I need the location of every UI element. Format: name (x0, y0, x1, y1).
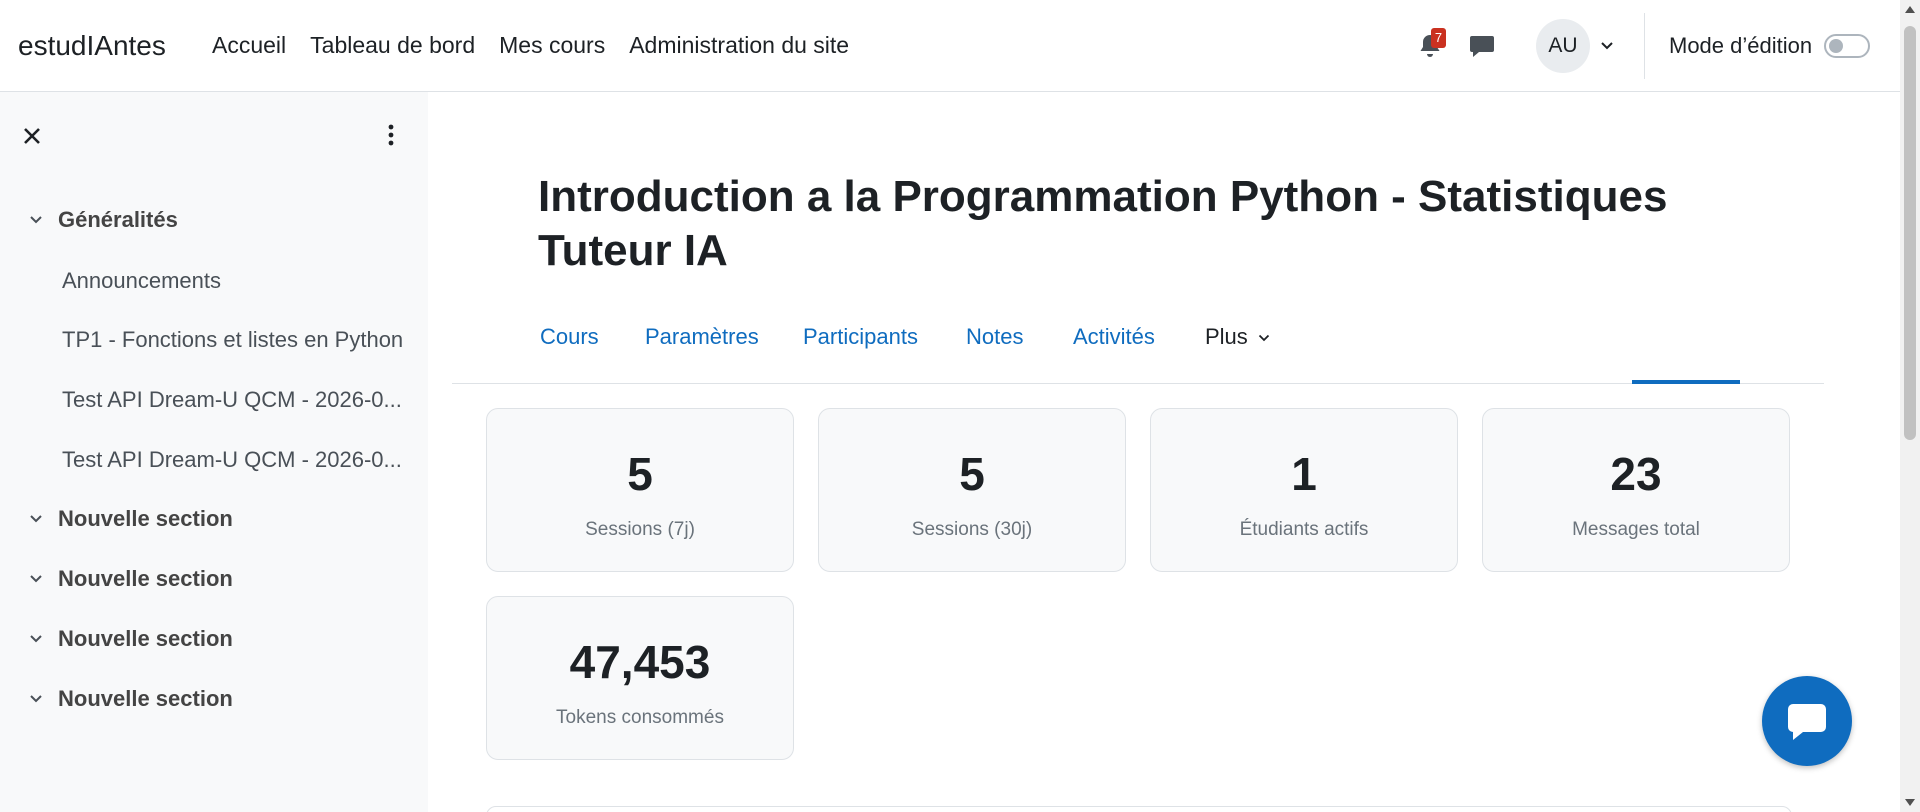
edit-mode-label: Mode d’édition (1669, 33, 1813, 58)
close-icon (24, 128, 40, 144)
course-section[interactable]: Nouvelle section (26, 626, 233, 652)
tab-activities[interactable]: Activités (1073, 324, 1155, 380)
user-avatar[interactable]: AU (1536, 19, 1590, 73)
stat-card: 5 Sessions (7j) (486, 408, 794, 572)
edit-mode-switch[interactable]: Mode d’édition (1669, 33, 1871, 59)
content-card (486, 806, 1792, 812)
section-label: Nouvelle section (58, 566, 233, 591)
activity-link[interactable]: Test API Dream-U QCM - 2026-0... (62, 387, 412, 413)
top-navbar: estudIAntes Accueil Tableau de bord Mes … (0, 0, 1900, 92)
stat-label: Sessions (7j) (585, 519, 695, 540)
stat-card: 23 Messages total (1482, 408, 1790, 572)
stat-label: Étudiants actifs (1239, 519, 1369, 540)
site-brand[interactable]: estudIAntes (18, 30, 166, 62)
notifications-button[interactable]: 7 (1410, 26, 1450, 66)
close-drawer-button[interactable] (18, 122, 46, 150)
page-title: Introduction a la Programmation Python -… (538, 170, 1778, 278)
stat-value: 5 (627, 448, 653, 500)
activity-link[interactable]: TP1 - Fonctions et listes en Python (62, 327, 412, 353)
nav-site-admin[interactable]: Administration du site (629, 32, 849, 59)
chevron-down-icon[interactable] (26, 629, 46, 649)
activity-link[interactable]: Announcements (62, 268, 412, 294)
stat-value: 1 (1291, 448, 1317, 500)
scroll-up-arrow[interactable] (1905, 6, 1915, 13)
chevron-down-icon[interactable] (26, 509, 46, 529)
course-index-drawer: Généralités Announcements TP1 - Fonction… (0, 92, 428, 812)
primary-nav: Accueil Tableau de bord Mes cours Admini… (212, 32, 849, 59)
stat-value: 5 (959, 448, 985, 500)
nav-dashboard[interactable]: Tableau de bord (310, 32, 475, 59)
section-label: Nouvelle section (58, 686, 233, 711)
chat-bubble-icon (1470, 36, 1494, 57)
tab-more-label: Plus (1205, 324, 1248, 349)
chevron-down-icon (1601, 42, 1613, 50)
section-label: Généralités (58, 207, 178, 232)
course-section[interactable]: Nouvelle section (26, 686, 233, 712)
stat-value: 47,453 (569, 636, 711, 688)
tab-course[interactable]: Cours (540, 324, 599, 380)
course-index-options-button[interactable] (380, 120, 402, 150)
chevron-down-icon[interactable] (26, 569, 46, 589)
scroll-down-arrow[interactable] (1905, 799, 1915, 806)
activity-link[interactable]: Test API Dream-U QCM - 2026-0... (62, 447, 412, 473)
chevron-down-icon[interactable] (26, 689, 46, 709)
stat-label: Tokens consommés (556, 707, 724, 728)
stat-value: 23 (1610, 448, 1662, 500)
tab-grades[interactable]: Notes (966, 324, 1023, 380)
edit-mode-toggle[interactable] (1824, 34, 1871, 58)
nav-home[interactable]: Accueil (212, 32, 286, 59)
tab-participants[interactable]: Participants (803, 324, 918, 380)
messages-button[interactable] (1462, 26, 1502, 66)
course-section[interactable]: Nouvelle section (26, 506, 233, 532)
course-section[interactable]: Généralités (26, 207, 178, 233)
course-section[interactable]: Nouvelle section (26, 566, 233, 592)
page-title-line2: Tuteur IA (538, 226, 728, 275)
stat-label: Sessions (30j) (911, 519, 1033, 540)
active-tab-indicator (1632, 380, 1740, 384)
page-scrollbar[interactable] (1900, 0, 1920, 812)
user-menu-toggle[interactable] (1600, 41, 1620, 51)
chat-bubble-icon (1788, 704, 1826, 740)
stat-card: 5 Sessions (30j) (818, 408, 1126, 572)
notification-count-badge: 7 (1431, 28, 1446, 48)
nav-divider (1644, 13, 1645, 79)
course-secondary-nav: Cours Paramètres Participants Notes Acti… (452, 314, 1824, 384)
section-label: Nouvelle section (58, 626, 233, 651)
chevron-down-icon (1258, 335, 1270, 342)
page-title-line1: Introduction a la Programmation Python -… (538, 172, 1668, 221)
section-label: Nouvelle section (58, 506, 233, 531)
scrollbar-thumb[interactable] (1904, 26, 1916, 440)
chevron-down-icon[interactable] (26, 210, 46, 230)
user-nav: 7 AU Mode d’édition (1410, 13, 1871, 79)
ai-tutor-chat-button[interactable] (1762, 676, 1852, 766)
nav-my-courses[interactable]: Mes cours (499, 32, 605, 59)
tab-more[interactable]: Plus (1205, 324, 1270, 380)
stat-label: Messages total (1572, 519, 1700, 540)
tab-settings[interactable]: Paramètres (645, 324, 759, 380)
stat-card: 47,453 Tokens consommés (486, 596, 794, 760)
kebab-menu-icon (388, 124, 394, 146)
stat-card: 1 Étudiants actifs (1150, 408, 1458, 572)
